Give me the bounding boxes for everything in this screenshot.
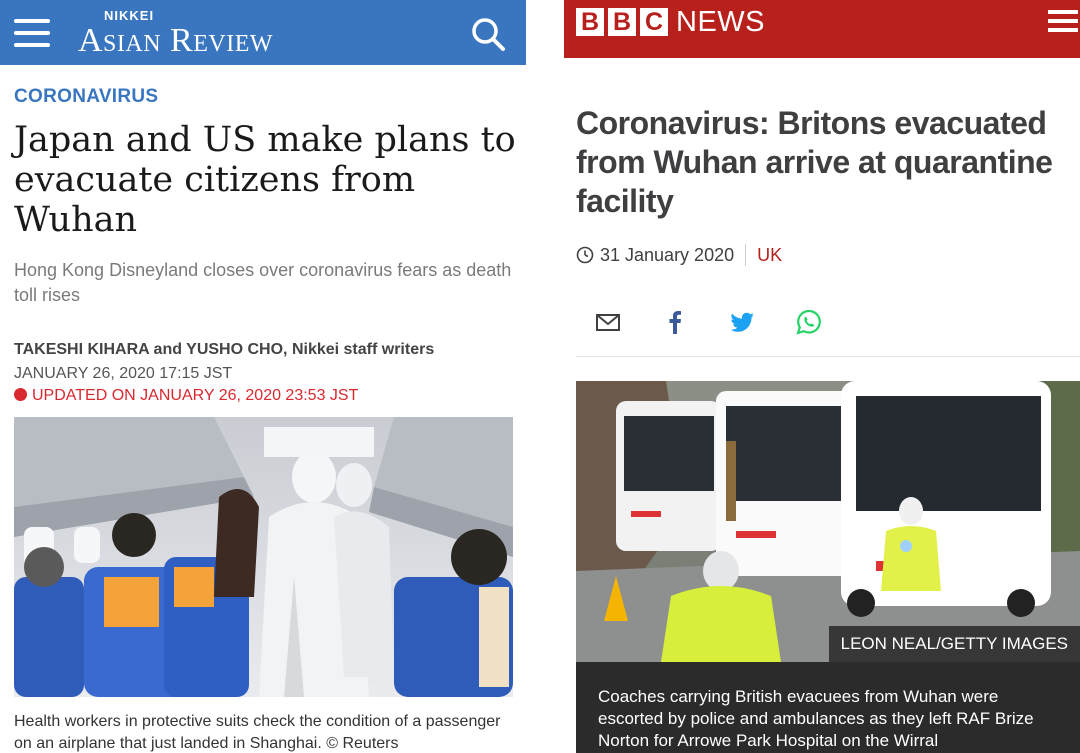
share-bar [594,308,862,336]
clock-icon [576,246,594,264]
share-divider [576,356,1080,357]
red-dot-icon [14,388,27,401]
nikkei-header: NIKKEI Asian Review [0,0,526,65]
bbc-header: B B C NEWS [564,0,1080,58]
photo-credit: LEON NEAL/GETTY IMAGES [828,626,1080,662]
bbc-logo-block: B [608,8,636,36]
article-meta: 31 January 2020 UK [576,244,782,266]
bbc-logo-block: C [640,8,668,36]
article-tag-link[interactable]: UK [757,245,782,266]
hamburger-menu-icon[interactable] [14,19,50,47]
article-byline: TAKESHI KIHARA and YUSHO CHO, Nikkei sta… [14,341,435,358]
bbc-article-panel: B B C NEWS Coronavirus: Britons evacuate… [564,0,1080,753]
bbc-logo[interactable]: B B C [576,8,668,36]
article-date: 31 January 2020 [600,244,735,265]
email-icon[interactable] [594,308,622,336]
nikkei-logo[interactable]: NIKKEI Asian Review [78,8,273,58]
coaches-illustration [576,381,1080,662]
nikkei-logo-main: Asian Review [78,22,274,59]
twitter-icon[interactable] [728,308,756,336]
article-headline: Japan and US make plans to evacuate citi… [14,120,516,240]
article-date: JANUARY 26, 2020 17:15 JST [14,365,233,382]
whatsapp-icon[interactable] [795,308,823,336]
article-photo-airplane[interactable] [14,417,513,697]
article-updated: UPDATED ON JANUARY 26, 2020 23:53 JST [14,387,358,405]
panel-divider [526,0,564,753]
section-label[interactable]: CORONAVIRUS [14,86,158,108]
search-icon[interactable] [470,16,506,52]
bbc-logo-block: B [576,8,604,36]
article-headline: Coronavirus: Britons evacuated from Wuha… [576,105,1053,219]
hamburger-menu-icon[interactable] [1048,10,1078,34]
photo-caption: Health workers in protective suits check… [14,713,501,752]
photo-caption-box: Coaches carrying British evacuees from W… [576,662,1080,753]
meta-separator [745,244,747,266]
updated-text: UPDATED ON JANUARY 26, 2020 23:53 JST [32,387,359,404]
nikkei-article-panel: NIKKEI Asian Review CORONAVIRUS Japan an… [0,0,526,753]
photo-caption: Coaches carrying British evacuees from W… [598,687,1034,750]
facebook-icon[interactable] [661,308,689,336]
article-photo-coaches[interactable]: LEON NEAL/GETTY IMAGES [576,381,1080,662]
bbc-news-wordmark[interactable]: NEWS [676,6,765,39]
article-subhead: Hong Kong Disneyland closes over coronav… [14,260,512,305]
airplane-cabin-illustration [14,417,513,697]
